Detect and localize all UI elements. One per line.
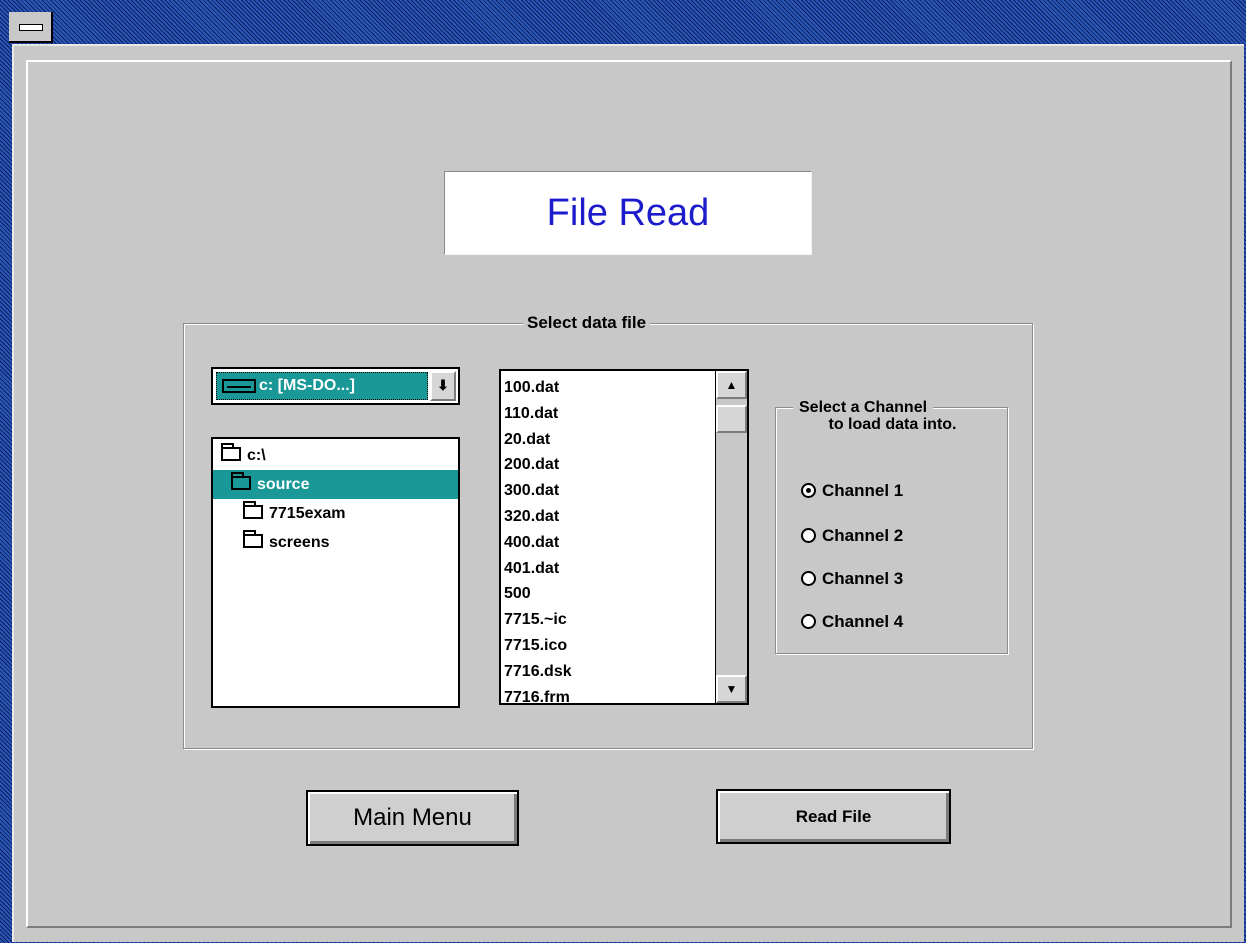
folder-icon — [243, 530, 263, 549]
open-folder-icon — [231, 472, 251, 491]
system-menu-button[interactable] — [9, 12, 53, 43]
directory-item[interactable]: source — [213, 470, 458, 499]
form-panel: File Read Select data file c: [MS-DO...]… — [26, 60, 1232, 928]
file-item[interactable]: 7715.ico — [504, 633, 572, 659]
file-item[interactable]: 300.dat — [504, 478, 572, 504]
file-item[interactable]: 20.dat — [504, 427, 572, 453]
radio-selected-icon — [801, 482, 816, 498]
file-item[interactable]: 500 — [504, 581, 572, 607]
read-file-button[interactable]: Read File — [716, 789, 951, 844]
file-item[interactable]: 400.dat — [504, 530, 572, 556]
directory-item[interactable]: c:\ — [213, 441, 466, 470]
file-list[interactable]: 100.dat 110.dat 20.dat 200.dat 300.dat 3… — [499, 369, 749, 706]
file-item[interactable]: 110.dat — [504, 401, 572, 427]
drive-dropdown-button[interactable]: ⬇ — [430, 371, 456, 401]
window-client: File Read Select data file c: [MS-DO...]… — [12, 44, 1244, 942]
arrow-down-icon: ▼ — [725, 682, 738, 696]
scroll-thumb[interactable] — [716, 405, 747, 433]
channel-group: Select a Channel to load data into. Chan… — [775, 399, 1008, 654]
file-list-scrollbar[interactable]: ▲ ▼ — [715, 371, 747, 703]
directory-item[interactable]: screens — [213, 528, 458, 557]
file-item[interactable]: 7716.dsk — [504, 659, 572, 685]
file-item[interactable]: 7716.frm — [504, 685, 572, 711]
directory-item[interactable]: 7715exam — [213, 499, 458, 528]
file-item[interactable]: 401.dat — [504, 556, 572, 582]
select-data-file-group: Select data file c: [MS-DO...] ⬇ c:\ sou… — [183, 313, 1033, 749]
directory-list[interactable]: c:\ source 7715exam screens — [211, 437, 460, 708]
select-data-file-label: Select data file — [523, 313, 651, 333]
file-item[interactable]: 320.dat — [504, 504, 572, 530]
radio-icon — [801, 527, 816, 543]
radio-icon — [801, 570, 816, 586]
folder-icon — [243, 501, 263, 520]
system-menu-icon — [19, 24, 43, 31]
drive-icon — [222, 379, 256, 393]
arrow-down-icon: ⬇ — [437, 377, 449, 393]
file-item[interactable]: 100.dat — [504, 375, 572, 401]
channel-group-label: Select a Channel — [793, 399, 934, 416]
drive-select[interactable]: c: [MS-DO...] ⬇ — [211, 367, 460, 405]
radio-channel-3[interactable]: Channel 3 — [801, 569, 903, 589]
channel-group-label-line2: to load data into. — [828, 416, 957, 433]
radio-channel-1[interactable]: Channel 1 — [801, 481, 903, 501]
radio-icon — [801, 613, 816, 629]
scroll-up-button[interactable]: ▲ — [716, 371, 747, 399]
arrow-up-icon: ▲ — [725, 378, 738, 392]
file-items: 100.dat 110.dat 20.dat 200.dat 300.dat 3… — [504, 375, 572, 710]
scroll-down-button[interactable]: ▼ — [716, 675, 747, 703]
drive-selected[interactable]: c: [MS-DO...] — [216, 372, 428, 400]
drive-selected-label: c: [MS-DO...] — [259, 377, 355, 394]
file-item[interactable]: 200.dat — [504, 452, 572, 478]
file-item[interactable]: 7715.~ic — [504, 607, 572, 633]
open-folder-icon — [221, 443, 241, 462]
radio-channel-2[interactable]: Channel 2 — [801, 526, 903, 546]
main-menu-button[interactable]: Main Menu — [306, 790, 519, 846]
radio-channel-4[interactable]: Channel 4 — [801, 612, 903, 632]
page-title: File Read — [444, 171, 812, 255]
